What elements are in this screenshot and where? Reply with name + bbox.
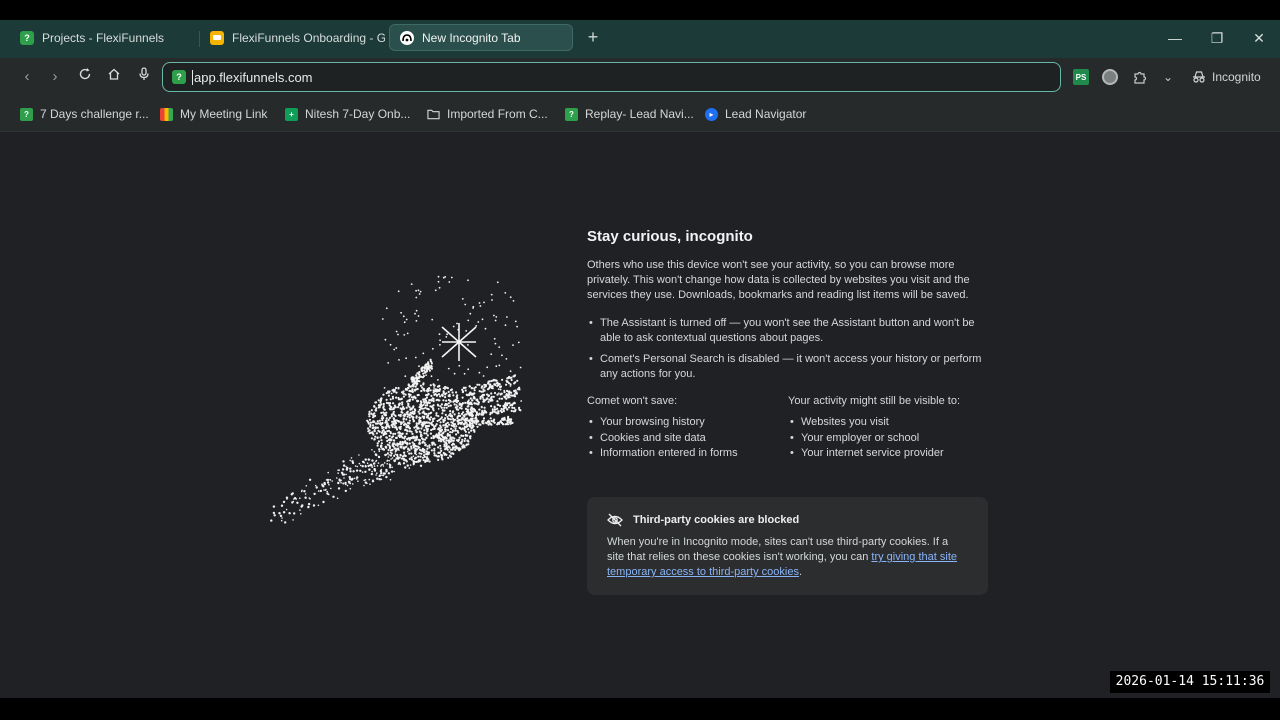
bookmark-label: 7 Days challenge r... bbox=[40, 107, 149, 121]
new-tab-button[interactable]: + bbox=[583, 28, 603, 48]
tab-label: FlexiFunnels Onboarding - Go bbox=[232, 30, 385, 45]
page-title: Stay curious, incognito bbox=[587, 228, 753, 245]
flexifunnels-favicon-icon: ? bbox=[20, 30, 34, 45]
google-sheets-favicon-icon: + bbox=[285, 107, 298, 121]
browser-window: ? Projects - FlexiFunnels FlexiFunnels O… bbox=[0, 20, 1280, 698]
tab-projects-flexifunnels[interactable]: ? Projects - FlexiFunnels bbox=[10, 24, 200, 51]
bookmark-label: Imported From C... bbox=[447, 107, 548, 121]
reload-button[interactable] bbox=[75, 67, 95, 87]
privacy-columns: Comet won't save: Your browsing history … bbox=[587, 395, 989, 462]
flexifunnels-favicon-icon: ? bbox=[565, 107, 578, 121]
microphone-icon bbox=[139, 67, 149, 80]
home-icon bbox=[108, 68, 120, 80]
back-button[interactable]: ‹ bbox=[17, 67, 37, 87]
chevron-down-icon[interactable]: ⌄ bbox=[1160, 67, 1176, 87]
list-item: Your browsing history bbox=[587, 415, 788, 431]
still-visible-heading: Your activity might still be visible to: bbox=[788, 395, 960, 407]
list-item: The Assistant is turned off — you won't … bbox=[587, 316, 989, 346]
ps-extension-button[interactable]: PS bbox=[1073, 69, 1089, 85]
wont-save-heading: Comet won't save: bbox=[587, 395, 678, 407]
cookies-card-body: When you're in Incognito mode, sites can… bbox=[607, 535, 968, 580]
toolbar: ‹ › ? app.flexifunnels.com PS ⌄ Incognit… bbox=[0, 58, 1280, 96]
incognito-new-tab-page: Stay curious, incognito Others who use t… bbox=[0, 133, 1280, 698]
intro-text: Others who use this device won't see you… bbox=[587, 259, 970, 301]
reload-icon bbox=[79, 68, 91, 80]
address-bar[interactable]: ? app.flexifunnels.com bbox=[162, 62, 1061, 92]
home-button[interactable] bbox=[104, 67, 124, 87]
letterbox-top bbox=[0, 0, 1280, 20]
bookmark-lead-navigator[interactable]: ▸ Lead Navigator bbox=[705, 106, 806, 122]
list-item: Your internet service provider bbox=[788, 446, 989, 462]
list-item: Comet's Personal Search is disabled — it… bbox=[587, 352, 989, 382]
bookmark-label: My Meeting Link bbox=[180, 107, 268, 121]
tab-strip: ? Projects - FlexiFunnels FlexiFunnels O… bbox=[0, 20, 1280, 58]
incognito-label: Incognito bbox=[1212, 70, 1261, 84]
lead-navigator-favicon-icon: ▸ bbox=[705, 107, 718, 121]
bookmark-nitesh-onboarding[interactable]: + Nitesh 7-Day Onb... bbox=[285, 106, 410, 122]
flexifunnels-favicon-icon: ? bbox=[172, 70, 186, 84]
bookmark-7-days-challenge[interactable]: ? 7 Days challenge r... bbox=[20, 106, 149, 122]
incognito-hand-illustration-icon bbox=[270, 275, 523, 524]
forward-button[interactable]: › bbox=[45, 67, 65, 87]
list-item: Cookies and site data bbox=[587, 431, 788, 447]
bookmark-label: Lead Navigator bbox=[725, 107, 807, 121]
list-item: Your employer or school bbox=[788, 431, 989, 447]
third-party-cookies-card: Third-party cookies are blocked When you… bbox=[587, 497, 988, 595]
flexifunnels-favicon-icon: ? bbox=[20, 107, 33, 121]
cookies-body-end: . bbox=[798, 566, 803, 578]
cookies-card-title: Third-party cookies are blocked bbox=[633, 514, 800, 526]
voice-search-button[interactable] bbox=[134, 67, 154, 87]
bookmark-my-meeting-link[interactable]: My Meeting Link bbox=[160, 106, 267, 122]
feature-list: The Assistant is turned off — you won't … bbox=[587, 316, 989, 382]
bookmark-label: Replay- Lead Navi... bbox=[585, 107, 694, 121]
extensions-puzzle-icon[interactable] bbox=[1130, 67, 1148, 87]
google-slides-favicon-icon bbox=[210, 30, 224, 45]
close-window-button[interactable]: ✕ bbox=[1244, 26, 1274, 50]
bookmarks-bar: ? 7 Days challenge r... My Meeting Link … bbox=[0, 96, 1280, 132]
wont-save-column: Comet won't save: Your browsing history … bbox=[587, 395, 788, 462]
restore-button[interactable]: ❐ bbox=[1202, 26, 1232, 50]
still-visible-column: Your activity might still be visible to:… bbox=[788, 395, 989, 462]
incognito-info: Stay curious, incognito Others who use t… bbox=[587, 228, 989, 462]
letterbox-bottom bbox=[0, 698, 1280, 720]
bookmark-replay-lead-navigator[interactable]: ? Replay- Lead Navi... bbox=[565, 106, 694, 122]
bookmark-label: Nitesh 7-Day Onb... bbox=[305, 107, 411, 121]
tab-label: New Incognito Tab bbox=[422, 30, 521, 45]
tab-label: Projects - FlexiFunnels bbox=[42, 30, 165, 45]
google-meet-favicon-icon bbox=[160, 107, 173, 121]
incognito-indicator[interactable]: Incognito bbox=[1192, 67, 1262, 87]
url-text[interactable]: app.flexifunnels.com bbox=[192, 69, 313, 85]
folder-icon bbox=[427, 108, 440, 121]
list-item: Information entered in forms bbox=[587, 446, 788, 462]
cookies-card-header: Third-party cookies are blocked bbox=[607, 513, 968, 527]
incognito-favicon-icon bbox=[400, 30, 414, 45]
bookmark-folder-imported[interactable]: Imported From C... bbox=[427, 106, 548, 122]
tab-new-incognito[interactable]: New Incognito Tab bbox=[389, 24, 573, 51]
profile-avatar[interactable] bbox=[1102, 69, 1118, 85]
incognito-icon bbox=[1193, 71, 1205, 83]
recording-timestamp: 2026-01-14 15:11:36 bbox=[1110, 671, 1270, 693]
minimize-button[interactable]: — bbox=[1160, 26, 1190, 50]
tab-flexifunnels-onboarding[interactable]: FlexiFunnels Onboarding - Go bbox=[200, 24, 385, 51]
eye-off-icon bbox=[607, 513, 623, 527]
list-item: Websites you visit bbox=[788, 415, 989, 431]
